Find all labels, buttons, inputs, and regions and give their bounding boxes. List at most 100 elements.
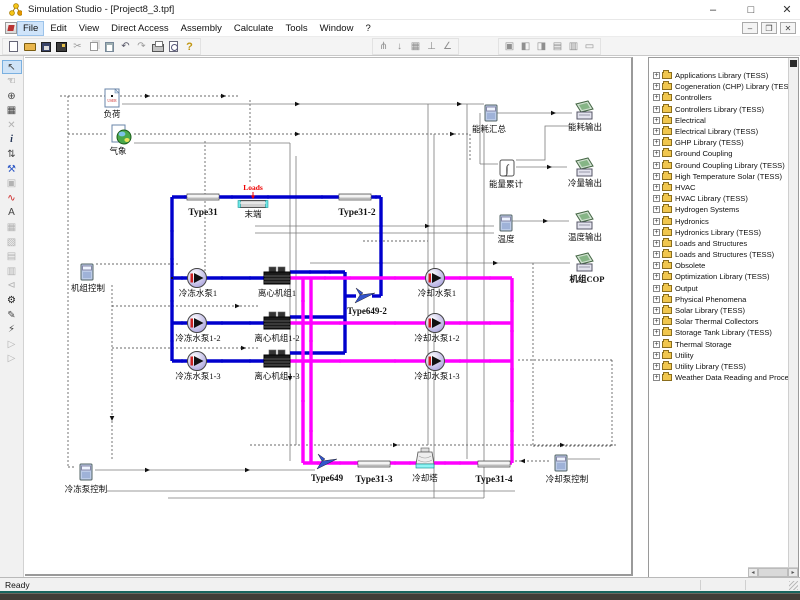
mdi-close-button[interactable]: ✕ [780,22,796,34]
link-tool[interactable]: ⚒ [2,162,22,176]
pump-chw-3[interactable]: 冷冻水泵1-3 [175,352,220,382]
component-pipe-type31-3[interactable]: Type31-3 [355,461,393,485]
play-tool-2[interactable]: ▷ [2,352,22,366]
arrange-5-button[interactable]: ▥ [566,40,581,54]
maximize-button[interactable]: □ [736,2,766,18]
component-unit-control[interactable]: 机组控制 [71,264,105,293]
tree-item[interactable]: Loads and Structures [650,238,788,249]
tree-vertical-scrollbar[interactable] [788,58,798,567]
tree-item[interactable]: Controllers [650,92,788,103]
tree-item[interactable]: Output [650,283,788,294]
expand-icon[interactable] [653,273,660,280]
arrange-1-button[interactable]: ▣ [502,40,517,54]
expand-icon[interactable] [653,285,660,292]
plug-tool[interactable]: ⊲ [2,279,22,293]
component-pipe-type31-4[interactable]: Type31-4 [475,461,513,485]
arrange-2-button[interactable]: ◧ [518,40,533,54]
tree-item[interactable]: Storage Tank Library (TESS) [650,327,788,338]
expand-icon[interactable] [653,296,660,303]
component-weather[interactable]: 气象 [109,125,131,156]
tree-item[interactable]: Utility Library (TESS) [650,361,788,372]
settings-tool[interactable]: ⚙ [2,294,22,308]
tree-item[interactable]: HVAC Library (TESS) [650,193,788,204]
expand-icon[interactable] [653,352,660,359]
tree-item[interactable]: Hydrogen Systems [650,204,788,215]
arrange-3-button[interactable]: ◨ [534,40,549,54]
zoom-tool[interactable]: ⊕ [2,89,22,103]
print-preview-button[interactable] [166,40,181,54]
tree-item[interactable]: Hydronics Library (TESS) [650,227,788,238]
component-energy-output[interactable]: 能耗输出 [568,101,602,132]
tree-item[interactable]: Ground Coupling Library (TESS) [650,160,788,171]
expand-icon[interactable] [653,173,660,180]
arrange-6-button[interactable]: ▭ [582,40,597,54]
expand-icon[interactable] [653,162,660,169]
tree-item[interactable]: Applications Library (TESS) [650,70,788,81]
layout-tool-1[interactable]: ▦ [2,221,22,235]
tree-view-button[interactable]: ⋔ [376,40,391,54]
menu-tools[interactable]: Tools [279,21,313,36]
menu-calculate[interactable]: Calculate [228,21,280,36]
component-temperature-calc[interactable]: 温度 [497,215,515,244]
tree-item[interactable]: Electrical Library (TESS) [650,126,788,137]
table-button[interactable]: ▦ [408,40,423,54]
layout-tool-2[interactable]: ▧ [2,235,22,249]
arrange-4-button[interactable]: ▤ [550,40,565,54]
mdi-minimize-button[interactable]: – [742,22,758,34]
tree-item[interactable]: Thermal Storage [650,339,788,350]
expand-icon[interactable] [653,117,660,124]
pump-chw-1[interactable]: 冷冻水泵1 [179,269,217,299]
pump-chw-2[interactable]: 冷冻水泵1-2 [175,314,220,344]
download-button[interactable]: ↓ [392,40,407,54]
tree-item[interactable]: Weather Data Reading and Process [650,372,788,383]
expand-icon[interactable] [653,72,660,79]
tree-item[interactable]: Controllers Library (TESS) [650,104,788,115]
tree-item[interactable]: High Temperature Solar (TESS) [650,171,788,182]
tree-item[interactable]: Ground Coupling [650,148,788,159]
menu-view[interactable]: View [73,21,105,36]
expand-icon[interactable] [653,240,660,247]
project-canvas[interactable]: USER 负荷 气象 机组控制 冷冻泵控制 冷却泵控制 [25,57,633,576]
tree-vertical-scrollbar-thumb[interactable] [790,60,797,67]
expand-icon[interactable] [653,184,660,191]
component-terminal-unit[interactable]: 末端 Loads [238,183,268,219]
pan-tool[interactable]: ☜ [2,75,22,89]
tree-item[interactable]: Optimization Library (TESS) [650,271,788,282]
scroll-left-button[interactable]: ◂ [748,568,758,577]
overview-tool[interactable]: ▦ [2,104,22,118]
copy-button[interactable] [86,40,101,54]
tree-item[interactable]: Cogeneration (CHP) Library (TESS) [650,81,788,92]
menu-assembly[interactable]: Assembly [175,21,228,36]
tree-item[interactable]: Hydronics [650,215,788,226]
tree-horizontal-scrollbar[interactable]: ◂ ▸ [748,567,798,577]
tree-item[interactable]: Obsolete [650,260,788,271]
tree-item[interactable]: Utility [650,350,788,361]
expand-icon[interactable] [653,206,660,213]
tree-item[interactable]: GHP Library (TESS) [650,137,788,148]
tree-item[interactable]: Solar Thermal Collectors [650,316,788,327]
reorder-tool[interactable]: ⇅ [2,148,22,162]
anchor-button[interactable]: ⊥ [424,40,439,54]
tree-item[interactable]: HVAC [650,182,788,193]
component-pipe-type31-2[interactable]: Type31-2 [338,194,376,218]
help-button[interactable]: ? [182,40,197,54]
angle-button[interactable]: ∠ [440,40,455,54]
layout-tool-3[interactable]: ▤ [2,250,22,264]
menu-direct-access[interactable]: Direct Access [105,21,175,36]
duplicate-tool[interactable]: ▣ [2,177,22,191]
project-window-icon[interactable] [5,22,17,34]
component-chw-pump-control[interactable]: 冷冻泵控制 [65,464,108,494]
close-button[interactable]: ✕ [772,2,800,18]
layout-tool-4[interactable]: ▥ [2,264,22,278]
pump-cw-2[interactable]: 冷却水泵1-2 [414,314,459,344]
expand-icon[interactable] [653,329,660,336]
expand-icon[interactable] [653,363,660,370]
expand-icon[interactable] [653,94,660,101]
menu-window[interactable]: Window [314,21,360,36]
expand-icon[interactable] [653,83,660,90]
print-button[interactable] [150,40,165,54]
tree-item[interactable]: Solar Library (TESS) [650,305,788,316]
tree-item[interactable]: Loads and Structures (TESS) [650,249,788,260]
resize-grip[interactable] [789,581,798,590]
expand-icon[interactable] [653,128,660,135]
